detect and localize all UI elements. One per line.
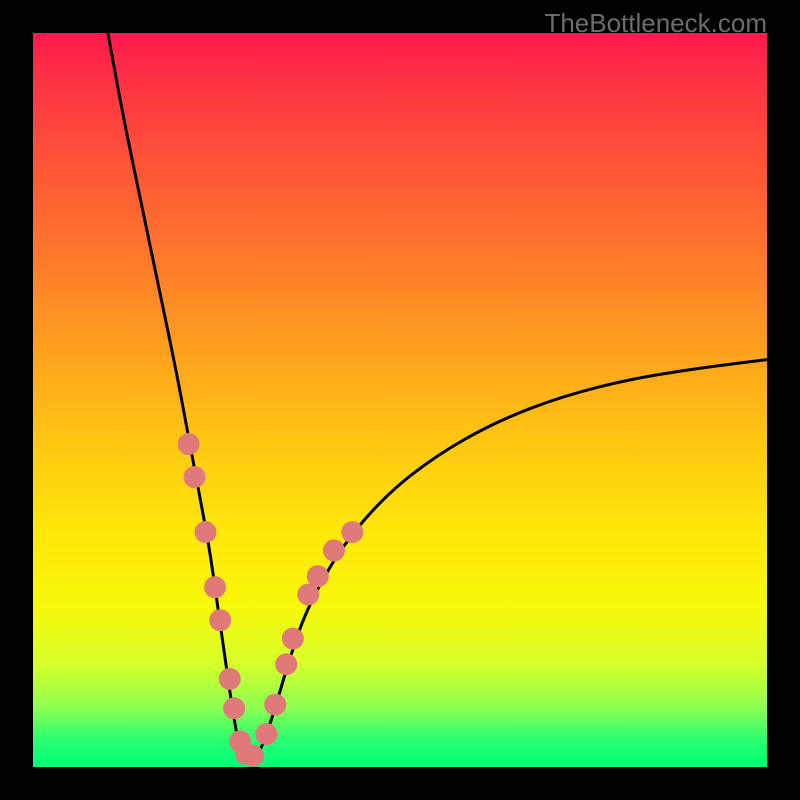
- data-point: [209, 609, 231, 631]
- data-point: [194, 521, 216, 543]
- data-point: [183, 466, 205, 488]
- data-point: [255, 723, 277, 745]
- bottleneck-curve: [108, 33, 767, 757]
- data-point: [341, 521, 363, 543]
- data-point: [219, 668, 241, 690]
- data-point: [242, 745, 264, 767]
- attribution-text: TheBottleneck.com: [544, 8, 767, 39]
- data-point: [264, 694, 286, 716]
- data-point: [307, 565, 329, 587]
- chart-frame: TheBottleneck.com: [0, 0, 800, 800]
- dots-group: [178, 433, 364, 767]
- data-point: [223, 697, 245, 719]
- data-point: [282, 628, 304, 650]
- data-point: [275, 653, 297, 675]
- data-point: [178, 433, 200, 455]
- curve-layer: [33, 33, 767, 767]
- plot-area: [33, 33, 767, 767]
- data-point: [323, 539, 345, 561]
- data-point: [204, 576, 226, 598]
